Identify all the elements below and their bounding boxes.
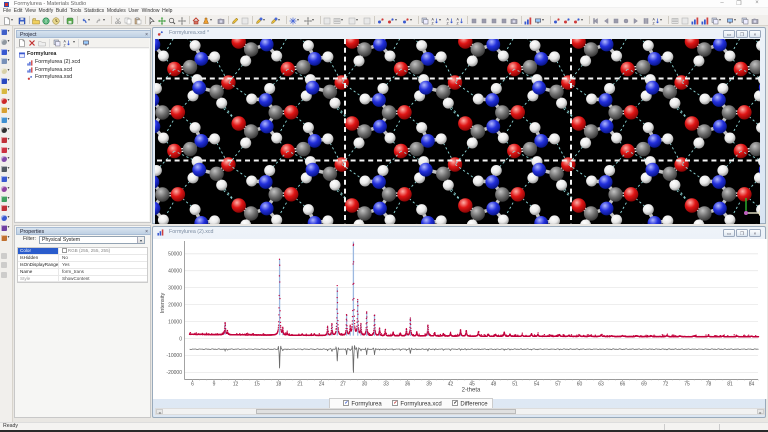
svg-text:12: 12: [233, 382, 239, 388]
svg-text:A: A: [457, 17, 460, 21]
svg-text:54: 54: [534, 382, 540, 388]
svg-text:Z: Z: [457, 21, 460, 25]
svg-text:0: 0: [179, 336, 182, 342]
svg-text:A: A: [447, 17, 450, 21]
svg-text:24: 24: [319, 382, 325, 388]
svg-text:A: A: [64, 40, 67, 44]
svg-text:20000: 20000: [168, 302, 182, 308]
svg-text:21: 21: [297, 382, 303, 388]
svg-text:2-theta: 2-theta: [462, 388, 481, 394]
svg-text:78: 78: [706, 382, 712, 388]
svg-text:Z: Z: [447, 21, 450, 25]
svg-text:42: 42: [448, 382, 454, 388]
svg-text:30000: 30000: [168, 285, 182, 291]
svg-text:6: 6: [191, 382, 194, 388]
svg-text:57: 57: [555, 382, 561, 388]
svg-text:40000: 40000: [168, 269, 182, 275]
svg-text:72: 72: [663, 382, 669, 388]
svg-text:84: 84: [749, 382, 755, 388]
svg-text:A: A: [432, 17, 435, 21]
svg-text:A: A: [653, 17, 656, 21]
svg-text:Z: Z: [432, 21, 435, 25]
svg-text:75: 75: [684, 382, 690, 388]
svg-text:48: 48: [491, 382, 497, 388]
svg-text:66: 66: [620, 382, 626, 388]
svg-text:36: 36: [405, 382, 411, 388]
svg-text:33: 33: [383, 382, 389, 388]
svg-text:81: 81: [727, 382, 733, 388]
svg-text:10000: 10000: [168, 319, 182, 325]
svg-text:39: 39: [426, 382, 432, 388]
svg-text:27: 27: [340, 382, 346, 388]
svg-text:51: 51: [512, 382, 518, 388]
svg-text:15: 15: [254, 382, 260, 388]
svg-text:30: 30: [362, 382, 368, 388]
svg-text:60: 60: [577, 382, 583, 388]
svg-text:Z: Z: [653, 21, 656, 25]
svg-text:-20000: -20000: [166, 370, 182, 376]
svg-text:18: 18: [276, 382, 282, 388]
svg-text:63: 63: [598, 382, 604, 388]
svg-text:Z: Z: [64, 44, 67, 48]
svg-text:50000: 50000: [168, 252, 182, 258]
svg-text:69: 69: [641, 382, 647, 388]
svg-text:9: 9: [213, 382, 216, 388]
svg-text:-10000: -10000: [166, 353, 182, 359]
svg-text:Intensity: Intensity: [160, 293, 166, 314]
